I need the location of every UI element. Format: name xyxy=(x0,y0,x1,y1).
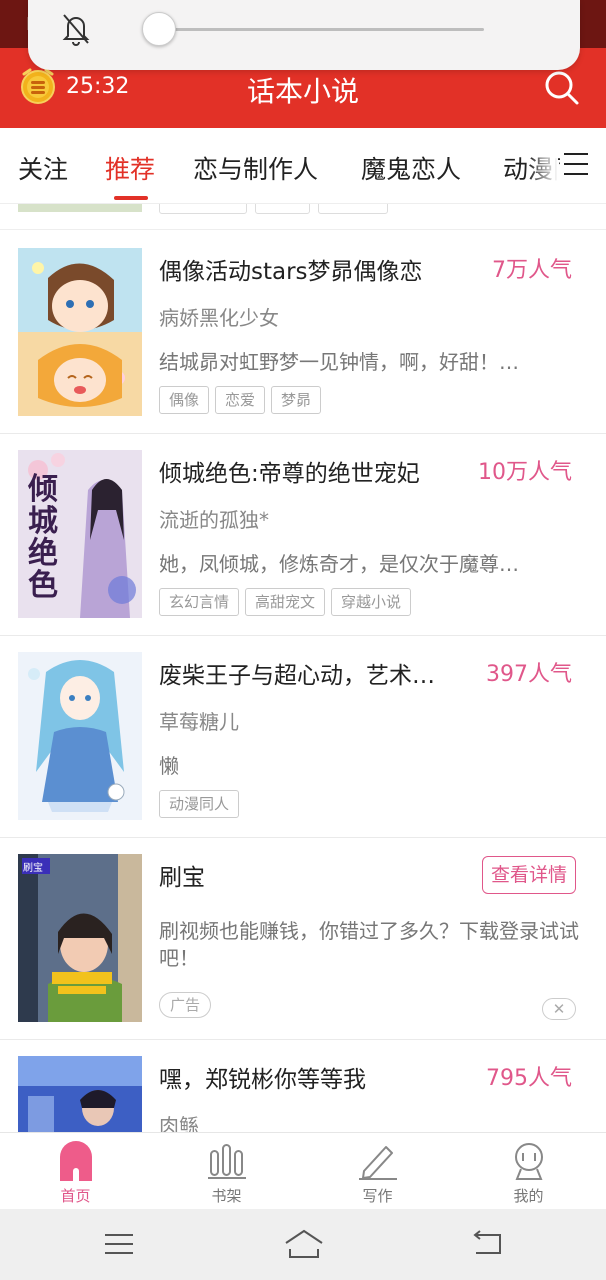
tag-list: 偶像 恋爱 梦昴 xyxy=(159,386,327,414)
tag-chip[interactable]: 玄幻言情 xyxy=(159,588,240,616)
book-cover[interactable] xyxy=(18,652,142,820)
book-title[interactable]: 嘿，郑锐彬你等等我 xyxy=(159,1060,459,1094)
ad-cover-tag: 刷宝 xyxy=(23,863,43,874)
book-cover[interactable]: 倾城绝色 xyxy=(18,450,142,618)
volume-overlay xyxy=(28,0,580,70)
ad-description: 刷视频也能赚钱，你错过了多久？下载登录试试吧！ xyxy=(159,919,579,970)
tag-chip[interactable]: 恋爱 xyxy=(215,386,266,414)
ad-item[interactable]: 刷宝 刷宝 查看详情 刷视频也能赚钱，你错过了多久？下载登录试试吧！ 广告 ✕ xyxy=(0,838,606,1040)
previous-tag xyxy=(255,204,310,214)
popularity-count: 795人气 xyxy=(486,1066,572,1091)
active-tab-indicator xyxy=(114,196,148,200)
bottom-navigation: 首页 书架 写作 我的 xyxy=(0,1132,606,1209)
tag-chip[interactable]: 穿越小说 xyxy=(331,588,412,616)
tab-recommend[interactable]: 推荐 xyxy=(105,150,155,186)
book-title[interactable]: 废柴王子与超心动，艺术… xyxy=(159,656,459,690)
tab-following[interactable]: 关注 xyxy=(18,150,68,186)
tab-love-and-producer[interactable]: 恋与制作人 xyxy=(193,150,318,186)
view-details-button[interactable]: 查看详情 xyxy=(482,856,576,894)
book-author: 肉鲧 xyxy=(159,1114,199,1132)
tag-chip[interactable]: 高甜宠文 xyxy=(245,588,326,616)
app-title: 话本小说 xyxy=(246,75,359,108)
popularity-count: 7万人气 xyxy=(492,258,572,283)
tag-chip[interactable]: 动漫同人 xyxy=(159,790,240,818)
ad-badge: 广告 xyxy=(159,992,212,1018)
book-author: 病娇黑化少女 xyxy=(159,306,279,330)
nav-home[interactable]: 首页 xyxy=(0,1133,151,1210)
bell-muted-icon[interactable] xyxy=(60,12,92,46)
previous-tag xyxy=(159,204,247,214)
nav-profile[interactable]: 我的 xyxy=(453,1133,604,1210)
search-icon[interactable] xyxy=(542,68,582,108)
book-item[interactable]: 倾城绝色 倾城绝色:帝尊的绝世宠妃 10万人气 流逝的孤独* 她，凤倾城，修炼奇… xyxy=(0,434,606,636)
home-button-icon[interactable] xyxy=(284,1229,324,1259)
popularity-count: 397人气 xyxy=(486,662,572,687)
nav-label: 写作 xyxy=(362,1187,393,1205)
tag-chip[interactable]: 偶像 xyxy=(159,386,210,414)
book-item[interactable]: 偶像活动stars梦昴偶像恋 7万人气 病娇黑化少女 结城昴对虹野梦一见钟情，啊… xyxy=(0,232,606,434)
menu-icon[interactable] xyxy=(104,1229,134,1259)
popularity-count: 10万人气 xyxy=(478,460,572,485)
book-item[interactable]: 废柴王子与超心动，艺术… 397人气 草莓糖儿 懒 动漫同人 xyxy=(0,636,606,838)
app-screen: ▮▮▮ ◔ ◠ ▭ 25:32 话本小说 关注 推荐 xyxy=(0,0,606,1280)
book-title[interactable]: 偶像活动stars梦昴偶像恋 xyxy=(159,252,459,286)
volume-slider-thumb[interactable] xyxy=(142,12,176,46)
back-icon[interactable] xyxy=(472,1229,504,1259)
ad-title[interactable]: 刷宝 xyxy=(159,858,459,892)
nav-label: 我的 xyxy=(513,1187,544,1205)
nav-label: 首页 xyxy=(60,1187,91,1205)
book-description: 结城昴对虹野梦一见钟情，啊，好甜！… xyxy=(159,350,519,374)
cover-calligraphy: 倾城绝色 xyxy=(28,472,58,603)
book-list: 偶像活动stars梦昴偶像恋 7万人气 病娇黑化少女 结城昴对虹野梦一见钟情，啊… xyxy=(0,204,606,1132)
nav-bookshelf[interactable]: 书架 xyxy=(151,1133,302,1210)
previous-item-tail xyxy=(0,204,606,230)
bookshelf-icon xyxy=(208,1144,246,1179)
previous-tag xyxy=(318,204,388,214)
close-ad-button[interactable]: ✕ xyxy=(542,998,576,1020)
nav-write[interactable]: 写作 xyxy=(302,1133,453,1210)
volume-slider-track[interactable] xyxy=(158,28,484,31)
previous-cover xyxy=(18,204,142,212)
profile-icon xyxy=(515,1143,543,1180)
book-cover[interactable] xyxy=(18,1056,142,1132)
book-item[interactable]: 嘿，郑锐彬你等等我 795人气 肉鲧 xyxy=(0,1040,606,1132)
book-description: 她，凤倾城，修炼奇才，是仅次于魔尊… xyxy=(159,552,519,576)
book-author: 流逝的孤独* xyxy=(159,508,269,532)
book-description: 懒 xyxy=(159,754,179,778)
tag-chip[interactable]: 梦昴 xyxy=(271,386,322,414)
ad-cover[interactable]: 刷宝 xyxy=(18,854,142,1022)
nav-label: 书架 xyxy=(211,1187,242,1205)
tab-diabolik-lovers[interactable]: 魔鬼恋人 xyxy=(361,150,461,186)
tab-menu-icon[interactable] xyxy=(560,144,596,184)
book-author: 草莓糖儿 xyxy=(159,710,239,734)
book-cover[interactable] xyxy=(18,248,142,416)
book-title[interactable]: 倾城绝色:帝尊的绝世宠妃 xyxy=(159,454,459,488)
tabs-fade xyxy=(528,138,558,194)
tag-list: 玄幻言情 高甜宠文 穿越小说 xyxy=(159,588,417,616)
tag-list: 动漫同人 xyxy=(159,790,245,818)
category-tabs: 关注 推荐 恋与制作人 魔鬼恋人 动漫同 xyxy=(0,128,606,204)
pencil-icon xyxy=(359,1146,397,1180)
home-icon xyxy=(60,1141,92,1181)
system-navigation-bar xyxy=(0,1209,606,1280)
